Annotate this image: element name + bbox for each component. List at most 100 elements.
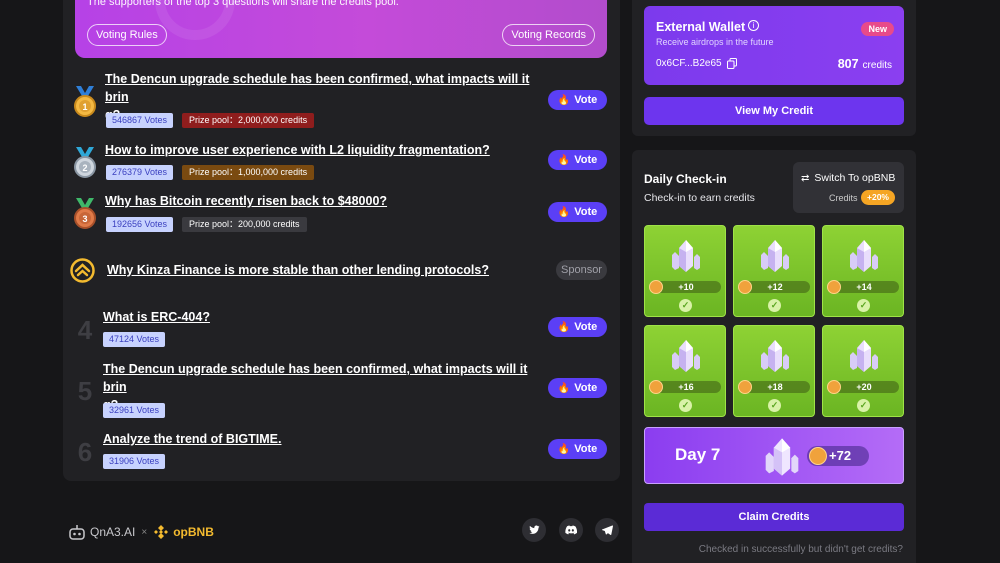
twitter-icon[interactable]: [522, 518, 546, 542]
votes-count: 32961 Votes: [103, 403, 166, 418]
wallet-address: 0x6CF...B2e65: [656, 58, 722, 69]
voting-banner: The supporters of the top 3 questions wi…: [75, 0, 607, 58]
question-row: 2 How to improve user experience with L2…: [63, 141, 620, 183]
vote-button-label: Vote: [574, 382, 598, 394]
new-badge: New: [861, 22, 894, 36]
svg-text:2: 2: [82, 163, 87, 173]
day-points: +12: [767, 282, 783, 292]
cross-separator: ×: [141, 526, 148, 538]
question-title[interactable]: How to improve user experience with L2 l…: [105, 141, 545, 159]
check-icon: ✓: [768, 299, 781, 312]
vote-button[interactable]: 🔥 Vote: [548, 439, 607, 459]
voting-rules-button[interactable]: Voting Rules: [87, 24, 167, 46]
kinza-logo-icon: [70, 258, 95, 283]
checkin-day-card[interactable]: +16 ✓: [644, 325, 726, 417]
switch-label: ⇄ Switch To opBNB: [801, 172, 895, 184]
question-row: 3 Why has Bitcoin recently risen back to…: [63, 192, 620, 234]
vote-button[interactable]: 🔥 Vote: [548, 202, 607, 222]
day7-card[interactable]: Day 7 +72: [644, 427, 904, 484]
day-points-pill: +14: [827, 280, 899, 294]
crystal-icon: [850, 240, 878, 272]
day-points: +14: [856, 282, 872, 292]
day-points-pill: +12: [738, 280, 810, 294]
fire-icon: 🔥: [557, 383, 571, 394]
question-row: 5 The Dencun upgrade schedule has been c…: [63, 360, 620, 420]
question-title-line[interactable]: The Dencun upgrade schedule has been con…: [105, 72, 529, 104]
vote-button[interactable]: 🔥 Vote: [548, 150, 607, 170]
votes-count: 47124 Votes: [103, 332, 166, 347]
crystal-icon: [765, 438, 799, 476]
switch-credits-label: Credits: [829, 193, 858, 203]
vote-button[interactable]: 🔥 Vote: [548, 317, 607, 337]
day-points-pill: +16: [649, 380, 721, 394]
day-points-pill: +18: [738, 380, 810, 394]
question-title[interactable]: Why has Bitcoin recently risen back to $…: [105, 192, 545, 210]
fire-icon: 🔥: [557, 155, 571, 166]
checkin-day-card[interactable]: +12 ✓: [733, 225, 815, 317]
vote-button[interactable]: 🔥 Vote: [548, 90, 607, 110]
question-title[interactable]: The Dencun upgrade schedule has been con…: [103, 360, 543, 414]
vote-button[interactable]: 🔥 Vote: [548, 378, 607, 398]
checkin-day-card[interactable]: +10 ✓: [644, 225, 726, 317]
fire-icon: 🔥: [557, 207, 571, 218]
fire-icon: 🔥: [557, 95, 571, 106]
silver-medal-icon: 2: [74, 147, 96, 178]
day-points-pill: +20: [827, 380, 899, 394]
bronze-medal-icon: 3: [74, 198, 96, 229]
rank-number: 6: [77, 437, 93, 467]
telegram-icon[interactable]: [595, 518, 619, 542]
crystal-icon: [761, 340, 789, 372]
sponsored-question-row: Why Kinza Finance is more stable than ot…: [63, 257, 620, 283]
rank-number: 5: [77, 376, 93, 406]
wallet-credits: 807 credits: [838, 57, 892, 71]
bnb-logo-icon: [154, 525, 169, 539]
copy-icon[interactable]: [727, 58, 737, 69]
question-title[interactable]: Analyze the trend of BIGTIME.: [103, 430, 543, 448]
wallet-title: External Wallet: [656, 20, 746, 34]
discord-icon[interactable]: [559, 518, 583, 542]
vote-button-label: Vote: [574, 94, 598, 106]
info-icon[interactable]: i: [748, 20, 759, 31]
day-points: +20: [856, 382, 872, 392]
partner-name: opBNB: [173, 525, 214, 539]
voting-records-button[interactable]: Voting Records: [502, 24, 595, 46]
fire-icon: 🔥: [557, 322, 571, 333]
switch-arrows-icon: ⇄: [801, 173, 810, 184]
wallet-subtitle: Receive airdrops in the future: [656, 37, 774, 47]
prize-pool-tag: Prize pool：2,000,000 credits: [182, 113, 315, 128]
vote-button-label: Vote: [574, 206, 598, 218]
question-title[interactable]: Why Kinza Finance is more stable than ot…: [107, 261, 537, 279]
credits-unit: credits: [862, 60, 892, 71]
wallet-panel: External Wallet i Receive airdrops in th…: [632, 0, 916, 136]
votes-count: 546867 Votes: [106, 113, 174, 128]
prize-pool-tag: Prize pool：200,000 credits: [182, 217, 307, 232]
checkin-help-link[interactable]: Checked in successfully but didn't get c…: [699, 544, 903, 555]
day-points: +10: [678, 282, 694, 292]
switch-label-text: Switch To opBNB: [814, 172, 896, 184]
question-title[interactable]: What is ERC-404?: [103, 308, 543, 326]
prize-pool-tag: Prize pool：1,000,000 credits: [182, 165, 315, 180]
claim-credits-button[interactable]: Claim Credits: [644, 503, 904, 531]
footer-logo: QnA3.AI × opBNB: [68, 522, 214, 542]
vote-button-label: Vote: [574, 443, 598, 455]
question-title-line[interactable]: The Dencun upgrade schedule has been con…: [103, 362, 527, 394]
view-my-credit-button[interactable]: View My Credit: [644, 97, 904, 125]
crystal-icon: [672, 340, 700, 372]
coin-icon: [809, 447, 827, 465]
checkin-day-card[interactable]: +20 ✓: [822, 325, 904, 417]
crystal-icon: [850, 340, 878, 372]
switch-to-opbnb-button[interactable]: ⇄ Switch To opBNB Credits +20%: [793, 162, 904, 213]
external-wallet-card: External Wallet i Receive airdrops in th…: [644, 6, 904, 85]
day-points-pill: +10: [649, 280, 721, 294]
votes-count: 192656 Votes: [106, 217, 174, 232]
check-icon: ✓: [857, 299, 870, 312]
check-icon: ✓: [768, 399, 781, 412]
check-icon: ✓: [679, 399, 692, 412]
vote-button-label: Vote: [574, 321, 598, 333]
checkin-day-card[interactable]: +14 ✓: [822, 225, 904, 317]
checkin-day-card[interactable]: +18 ✓: [733, 325, 815, 417]
banner-text: The supporters of the top 3 questions wi…: [87, 0, 399, 8]
robot-icon: [69, 525, 85, 540]
bonus-badge: +20%: [861, 190, 895, 205]
gold-medal-icon: 1: [74, 86, 96, 117]
